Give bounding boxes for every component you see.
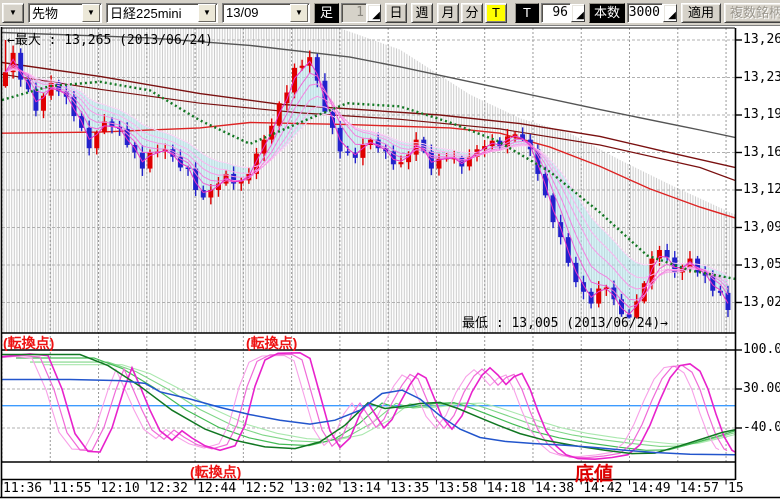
tick-count-stepper: 96◢ [541, 3, 585, 23]
month-button[interactable]: 月 [437, 3, 459, 23]
contract-month-select[interactable]: 13/09▼ [222, 3, 310, 23]
chart-canvas[interactable] [0, 26, 780, 500]
bars-button[interactable]: 本数 [589, 3, 625, 23]
chevron-down-icon: ▼ [87, 9, 95, 17]
tick-yellow-button[interactable]: T [485, 3, 507, 23]
price-axis-label: 13,265 [743, 32, 780, 47]
ashi-button[interactable]: 足 [314, 3, 339, 23]
session-high-annotation: ←最大 : 13,265 (2013/06/24) [7, 29, 213, 48]
category-select-arrow[interactable]: ▼ [82, 4, 100, 22]
minute-button[interactable]: 分 [461, 3, 483, 23]
time-axis-label: 14:18 [487, 481, 526, 496]
price-axis-label: 13,125 [743, 182, 780, 197]
time-axis-label: 14:38 [535, 481, 574, 496]
time-axis-label: 13:58 [438, 481, 477, 496]
bars-count-stepper: 3000◢ [627, 3, 677, 23]
price-axis-label: 13,195 [743, 107, 780, 122]
price-axis-label: 13,020 [743, 295, 780, 310]
bars-count-input[interactable]: 3000 [627, 3, 663, 23]
time-axis-label: 14:49 [632, 481, 671, 496]
price-axis-label: 13,160 [743, 145, 780, 160]
time-axis-label: 12:52 [245, 481, 284, 496]
category-select[interactable]: 先物▼ [28, 3, 102, 23]
interval-stepper: 1◢ [341, 3, 381, 23]
tick-count-input[interactable]: 96 [541, 3, 571, 23]
week-button[interactable]: 週 [411, 3, 433, 23]
time-axis-label: 11:55 [52, 481, 91, 496]
multi-symbol-button[interactable]: 複数銘柄 [724, 3, 780, 23]
price-axis-label: 13,230 [743, 70, 780, 85]
oscillator-axis-label: 100.00 [743, 342, 780, 357]
oscillator-axis-label: 30.00 [743, 381, 780, 396]
price-axis-label: 13,055 [743, 257, 780, 272]
contract-select-arrow[interactable]: ▼ [290, 4, 308, 22]
turning-point-label: (転換点) [3, 333, 54, 353]
time-axis-label: 15 [728, 481, 744, 496]
price-axis-label: 13,090 [743, 220, 780, 235]
time-axis-label: 13:02 [294, 481, 333, 496]
day-button[interactable]: 日 [385, 3, 407, 23]
oscillator-axis-label: -40.00 [743, 420, 780, 435]
time-axis-label: 11:36 [3, 481, 42, 496]
spin-edit-icon[interactable]: ◢ [367, 4, 381, 22]
bottom-price-label: 底値 [575, 459, 613, 486]
symbol-select[interactable]: 日経225mini▼ [106, 3, 218, 23]
tick-black-button[interactable]: T [515, 3, 539, 23]
apply-button[interactable]: 適用 [681, 3, 721, 23]
time-axis-label: 12:10 [101, 481, 140, 496]
time-axis-label: 13:35 [390, 481, 429, 496]
time-axis-label: 12:44 [197, 481, 236, 496]
spin-edit-icon[interactable]: ◢ [663, 4, 677, 22]
toolbar: ▼ 先物▼ 日経225mini▼ 13/09▼ 足 1◢ 日 週 月 分 T T… [0, 0, 780, 26]
interval-input[interactable]: 1 [341, 3, 367, 23]
chevron-down-icon: ▼ [9, 9, 17, 17]
time-axis-label: 12:32 [149, 481, 188, 496]
turning-point-label: (転換点) [246, 333, 297, 353]
turning-point-label: (転換点) [190, 462, 241, 482]
spin-edit-icon[interactable]: ◢ [571, 4, 585, 22]
chevron-down-icon: ▼ [203, 9, 211, 17]
session-low-annotation: 最低 : 13,005 (2013/06/24)→ [462, 312, 668, 331]
collapsed-combo-button[interactable]: ▼ [2, 3, 24, 23]
symbol-select-arrow[interactable]: ▼ [198, 4, 216, 22]
time-axis-label: 13:14 [342, 481, 381, 496]
trading-app-window: { "toolbar": { "nav_collapsed_combo": "▼… [0, 0, 780, 500]
chevron-down-icon: ▼ [295, 9, 303, 17]
time-axis-label: 14:57 [680, 481, 719, 496]
